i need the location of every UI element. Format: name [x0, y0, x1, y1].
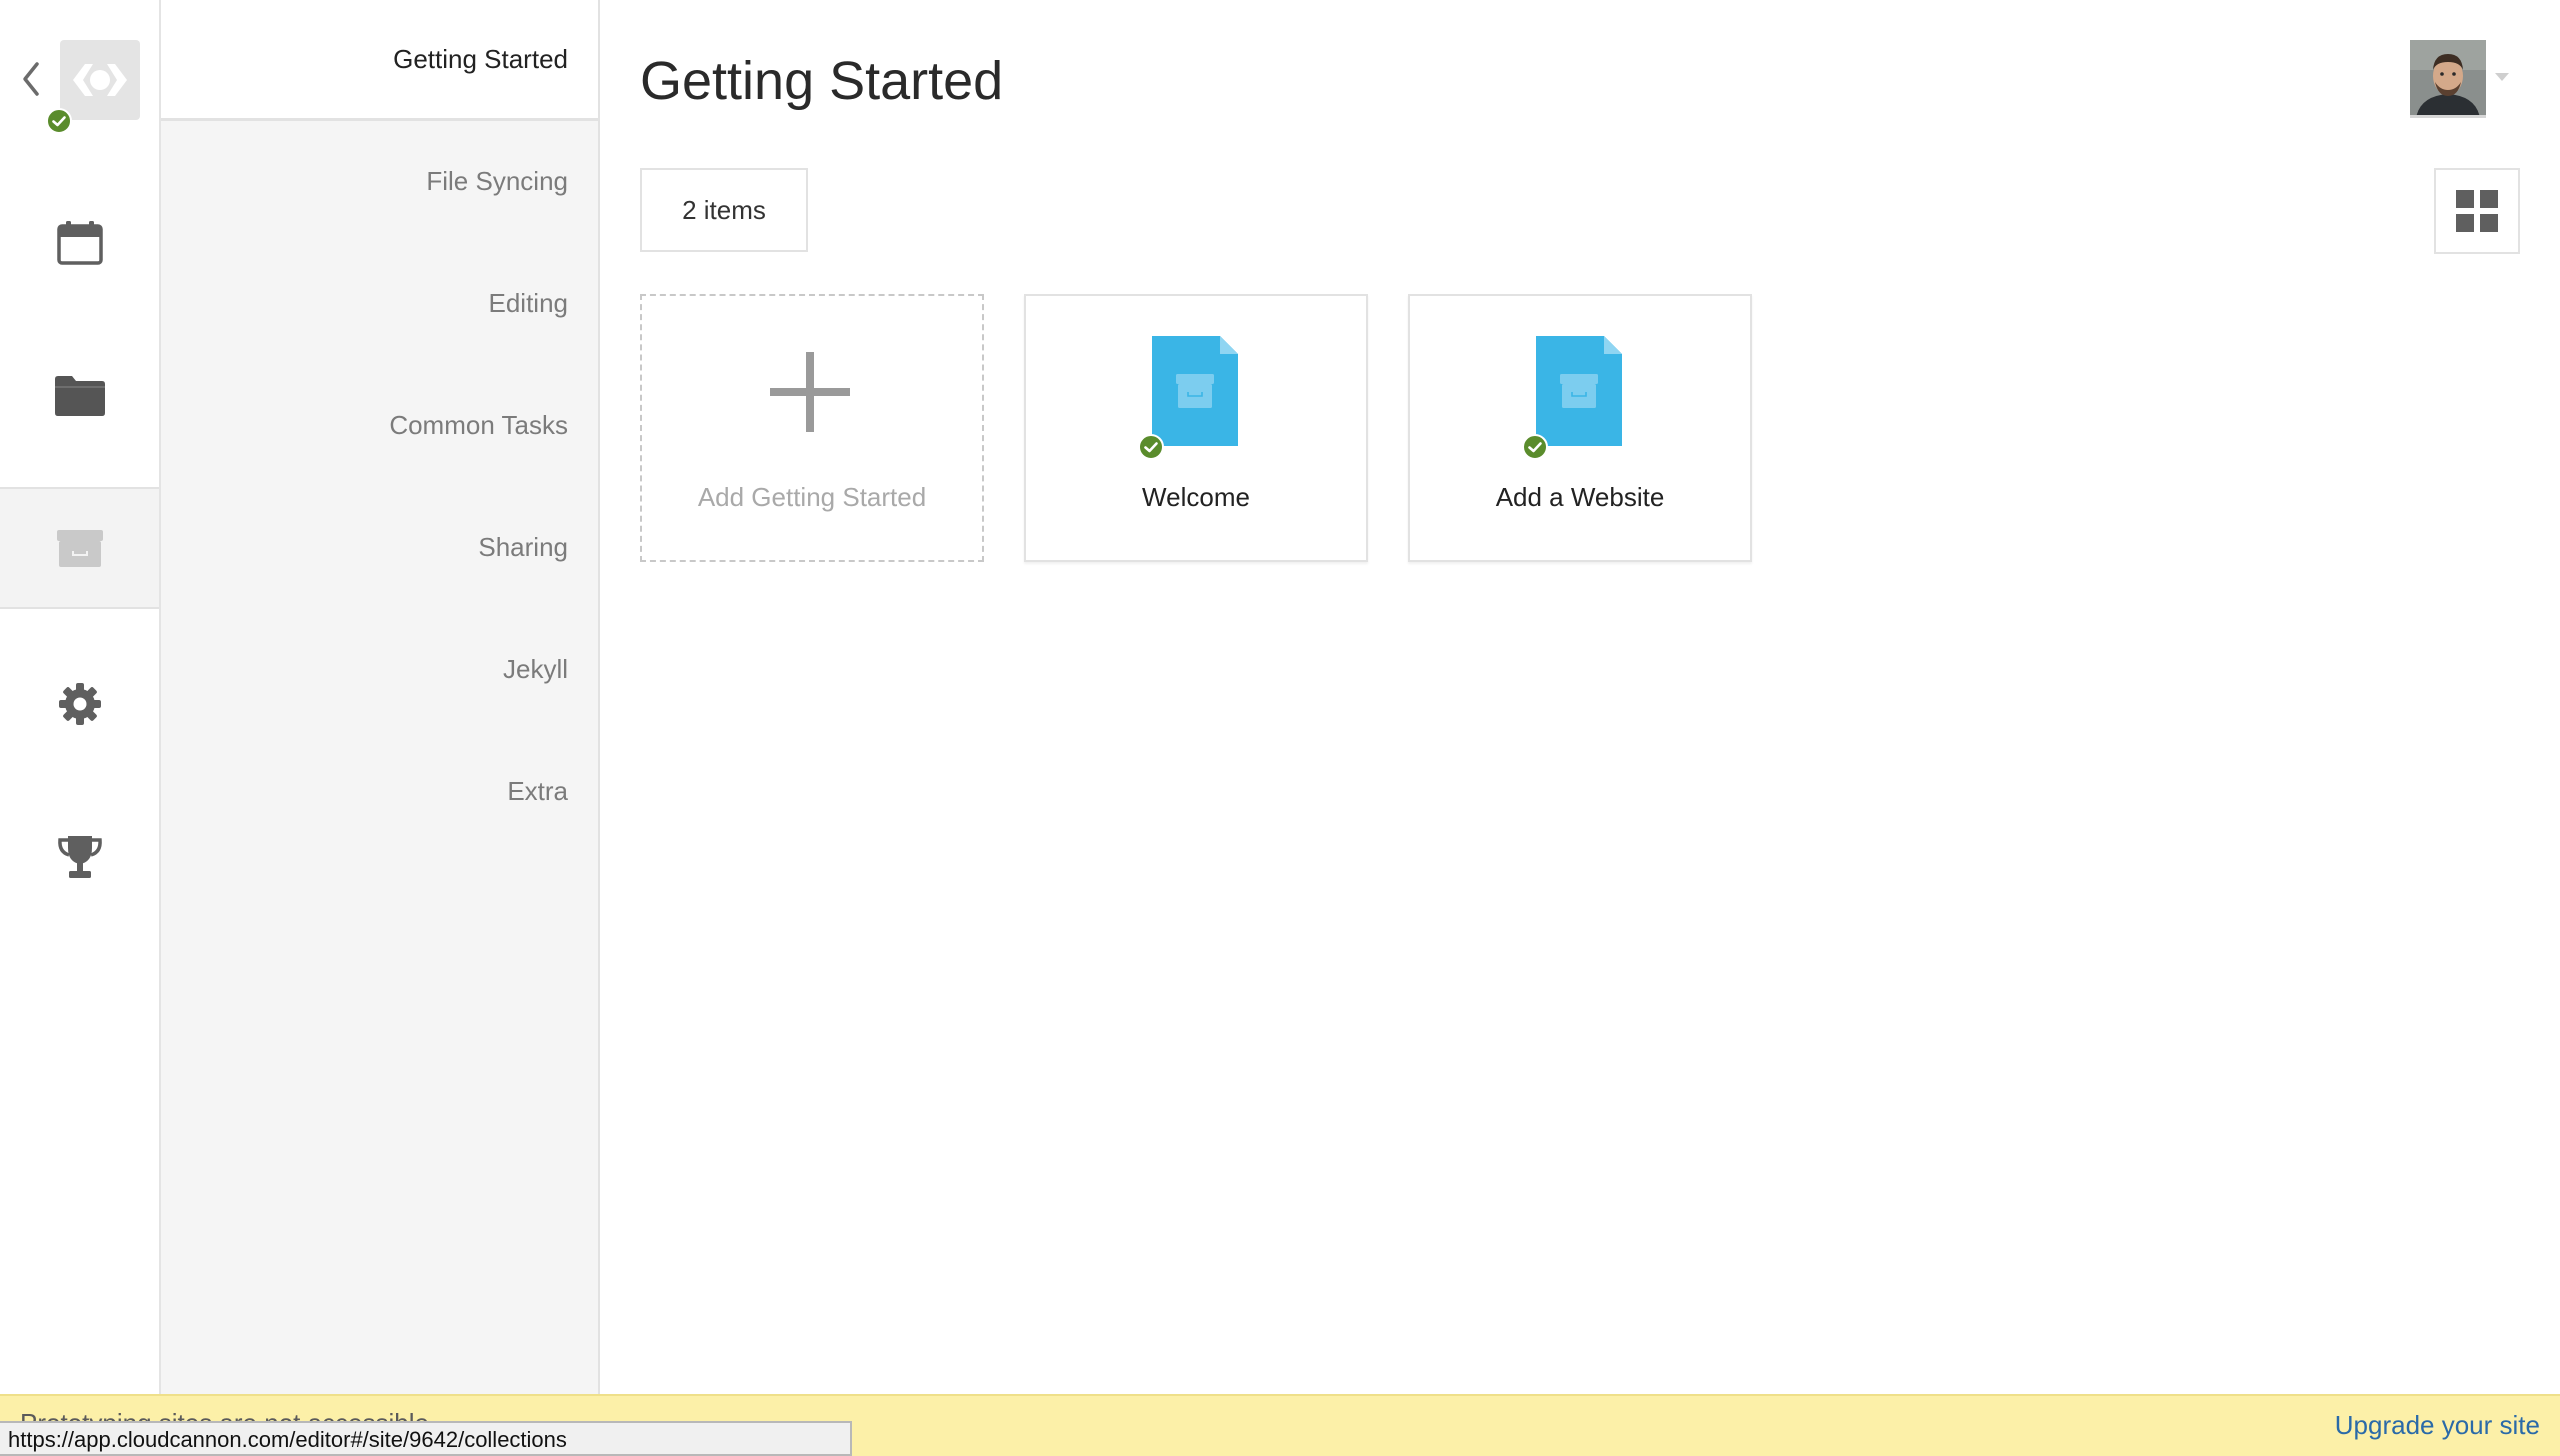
- collection-item-label: Welcome: [1142, 482, 1250, 512]
- user-avatar: [2410, 40, 2486, 118]
- nav-item-label: Common Tasks: [389, 409, 568, 440]
- rail-item-collections[interactable]: [0, 487, 159, 609]
- folder-icon: [54, 376, 105, 416]
- back-button[interactable]: [18, 58, 44, 100]
- page-title: Getting Started: [640, 51, 1004, 111]
- sync-check-icon: [1138, 434, 1164, 460]
- collection-item-card[interactable]: Add a Website: [1408, 294, 1752, 562]
- nav-item-jekyll[interactable]: Jekyll: [161, 609, 598, 729]
- caret-down-icon: [2495, 73, 2509, 81]
- icon-rail: [0, 0, 161, 1394]
- nav-item-sharing[interactable]: Sharing: [161, 487, 598, 607]
- trophy-icon: [57, 836, 102, 878]
- nav-item-common-tasks[interactable]: Common Tasks: [161, 365, 598, 485]
- browser-status-url: https://app.cloudcannon.com/editor#/site…: [0, 1421, 852, 1456]
- nav-item-label: File Syncing: [426, 165, 568, 196]
- nav-item-label: Getting Started: [393, 43, 568, 74]
- rail-item-upgrades[interactable]: [0, 796, 159, 918]
- gear-icon: [58, 683, 101, 725]
- rail-item-files[interactable]: [0, 334, 159, 456]
- rail-item-settings[interactable]: [0, 643, 159, 765]
- collection-item-label: Add a Website: [1495, 482, 1665, 512]
- item-count-label: 2 items: [682, 194, 766, 225]
- collection-nav: Getting Started File Syncing Editing Com…: [161, 0, 600, 1394]
- nav-item-label: Extra: [507, 775, 568, 806]
- item-count: 2 items: [640, 168, 808, 252]
- document-icon: [1536, 336, 1622, 446]
- sync-check-icon: [46, 108, 72, 134]
- nav-item-getting-started[interactable]: Getting Started: [161, 0, 598, 121]
- sync-check-icon: [1522, 434, 1548, 460]
- chevron-left-icon: [23, 62, 39, 96]
- site-logo[interactable]: [60, 40, 140, 120]
- nav-item-editing[interactable]: Editing: [161, 243, 598, 363]
- rail-item-schedule[interactable]: [0, 182, 159, 304]
- site-header: [0, 0, 159, 160]
- grid-view-icon: [2456, 190, 2498, 232]
- document-icon: [1152, 336, 1238, 446]
- user-menu[interactable]: [2410, 40, 2518, 120]
- add-item-label: Add Getting Started: [697, 482, 927, 512]
- nav-item-label: Jekyll: [502, 653, 568, 684]
- calendar-icon: [56, 221, 103, 265]
- collection-item-card[interactable]: Welcome: [1024, 294, 1368, 562]
- upgrade-link[interactable]: Upgrade your site: [2335, 1410, 2540, 1441]
- nav-item-label: Sharing: [478, 531, 568, 562]
- cloudcannon-logo-icon: [73, 64, 127, 96]
- nav-item-extra[interactable]: Extra: [161, 731, 598, 851]
- grid-view-toggle[interactable]: [2434, 168, 2520, 254]
- nav-item-file-syncing[interactable]: File Syncing: [161, 121, 598, 241]
- nav-item-label: Editing: [488, 287, 569, 318]
- archive-box-icon: [56, 530, 103, 567]
- plus-icon: [770, 352, 850, 432]
- add-item-card[interactable]: Add Getting Started: [640, 294, 984, 562]
